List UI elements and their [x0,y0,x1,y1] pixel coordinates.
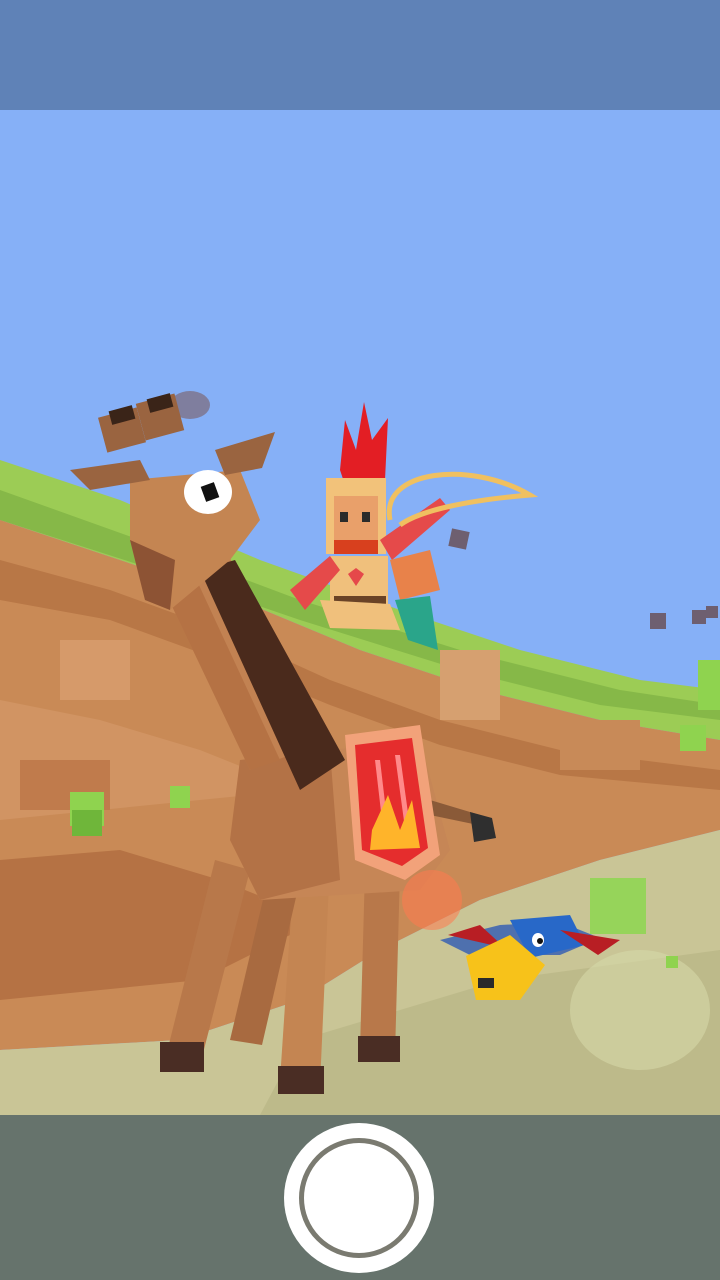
game-scene[interactable] [0,110,720,1115]
glow-particle [402,870,462,930]
shutter-circle-icon [299,1138,419,1258]
top-status-bar [0,0,720,110]
capture-button[interactable] [284,1123,434,1273]
